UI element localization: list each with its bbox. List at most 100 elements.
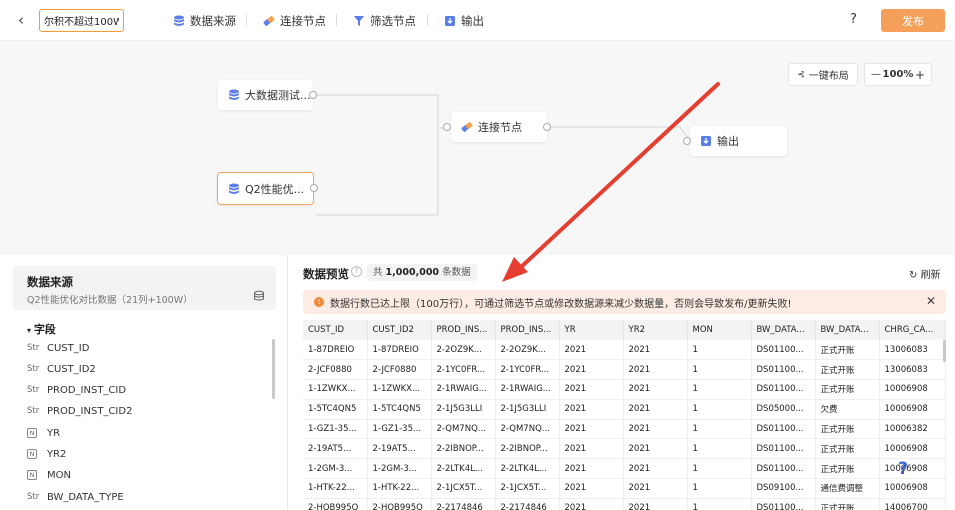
info-icon[interactable]: ?	[351, 266, 362, 277]
number-type-icon: N	[27, 449, 37, 459]
output-port[interactable]	[310, 184, 318, 192]
table-cell: DS01100...	[751, 498, 816, 510]
database-icon	[174, 15, 184, 26]
column-header[interactable]: YR2	[623, 320, 688, 340]
field-name: PROD_INST_CID2	[47, 405, 133, 417]
table-cell: 1-2GM-3...	[303, 458, 368, 480]
layout-icon: ⊰	[797, 69, 805, 80]
database-icon	[229, 183, 239, 194]
table-cell: 2-1RWAIG...	[495, 379, 560, 400]
output-port[interactable]	[543, 123, 551, 131]
source-node-1[interactable]: 大数据测试...	[218, 80, 313, 110]
table-cell: 2-1J5G3LLI	[495, 399, 560, 420]
back-arrow-icon[interactable]: ‹	[18, 11, 34, 29]
dataset-title-input[interactable]	[39, 9, 124, 32]
table-cell: 正式开账	[815, 379, 880, 400]
column-header[interactable]: CUST_ID2	[367, 320, 432, 340]
database-settings-icon[interactable]	[253, 290, 265, 302]
column-header[interactable]: BW_DATA...	[751, 320, 816, 340]
count-suffix: 条数据	[442, 267, 471, 278]
table-cell: 2021	[623, 498, 688, 510]
output-node[interactable]: 输出	[690, 126, 787, 156]
output-icon	[445, 15, 455, 26]
table-cell: 2-2IBNOP...	[431, 438, 496, 460]
column-header[interactable]: YR	[559, 320, 624, 340]
table-cell: 2-2174846	[431, 498, 496, 510]
table-cell: DS01100...	[751, 438, 816, 460]
table-cell: 1	[687, 438, 752, 460]
join-node[interactable]: 连接节点	[451, 112, 547, 142]
table-cell: 2-JCF0880	[367, 359, 432, 381]
field-item[interactable]: Str PROD_INST_CID	[27, 383, 126, 397]
table-cell: 14006700	[879, 498, 946, 510]
table-scrollbar[interactable]	[943, 340, 946, 362]
table-cell: 2-1J5G3LLI	[431, 399, 496, 420]
refresh-button[interactable]: ↻ 刷新	[909, 266, 941, 281]
table-cell: 2-HQB995Q	[303, 498, 368, 510]
field-item[interactable]: N MON	[27, 468, 71, 482]
table-cell: 1	[687, 340, 752, 361]
table-cell: 2021	[559, 478, 624, 499]
zoom-out-button[interactable]: —	[871, 69, 881, 80]
table-cell: 1-5TC4QN5	[303, 399, 368, 420]
auto-layout-button[interactable]: ⊰ 一键布局	[788, 63, 858, 86]
table-cell: 13006083	[879, 340, 946, 361]
database-icon	[229, 89, 239, 100]
node-label: 连接节点	[478, 121, 522, 134]
add-data-source-button[interactable]: 数据来源	[173, 12, 236, 29]
table-cell: 2-19AT5...	[367, 438, 432, 460]
column-header[interactable]: PROD_INS...	[431, 320, 496, 340]
source-node-2[interactable]: Q2性能优...	[217, 172, 314, 205]
zoom-level: 100%	[882, 69, 914, 80]
table-cell: 2021	[623, 340, 688, 361]
table-cell: 2021	[559, 340, 624, 361]
table-row: 2-19AT5... 2-19AT5... 2-2IBNOP... 2-2IBNOP.…	[303, 438, 946, 460]
field-item[interactable]: Str CUST_ID2	[27, 362, 96, 376]
input-port[interactable]	[683, 137, 691, 145]
auto-layout-label: 一键布局	[808, 71, 849, 82]
field-item[interactable]: N YR2	[27, 447, 66, 461]
column-header[interactable]: CHRG_CA...	[879, 320, 946, 340]
field-item[interactable]: Str BW_DATA_TYPE	[27, 490, 124, 504]
publish-button[interactable]: 发布	[881, 9, 945, 32]
floating-help-button[interactable]: ?	[885, 454, 921, 484]
help-icon[interactable]: ?	[850, 12, 857, 27]
flow-canvas[interactable]: 大数据测试... Q2性能优... 连接节点 输出 ⊰ 一键布局 — 100% …	[0, 41, 955, 255]
refresh-icon: ↻	[909, 270, 921, 281]
field-item[interactable]: N YR	[27, 426, 60, 440]
table-row: 1-HTK-22... 1-HTK-22... 2-1JCX5T... 2-1JCX5…	[303, 478, 946, 499]
source-title: 数据来源	[27, 275, 73, 289]
tool-label: 数据来源	[190, 13, 236, 28]
zoom-in-button[interactable]: +	[915, 68, 925, 82]
table-cell: 2-2LTK4L...	[495, 458, 560, 480]
table-cell: 2-JCF0880	[303, 359, 368, 381]
table-cell: 10006908	[879, 379, 946, 400]
table-cell: 2-QM7NQ...	[431, 419, 496, 440]
table-row: 2-HQB995Q 2-HQB995Q 2-2174846 2-2174846 2021…	[303, 498, 946, 510]
close-icon[interactable]: ✕	[926, 294, 936, 308]
add-output-node-button[interactable]: 输出	[444, 12, 484, 29]
output-port[interactable]	[309, 91, 317, 99]
column-header[interactable]: BW_DATA...	[815, 320, 880, 340]
field-group-header[interactable]: ▾ 字段	[27, 321, 56, 337]
divider	[336, 14, 337, 26]
table-cell: 1-1ZWKX...	[367, 379, 432, 400]
column-header[interactable]: MON	[687, 320, 752, 340]
table-cell: 2021	[559, 419, 624, 440]
table-cell: 2-2OZ9K...	[495, 340, 560, 361]
table-cell: DS01100...	[751, 340, 816, 361]
source-card[interactable]: 数据来源 Q2性能优化对比数据（21列+100W）	[13, 266, 276, 310]
column-header[interactable]: PROD_INS...	[495, 320, 560, 340]
fields-panel: 数据来源 Q2性能优化对比数据（21列+100W） ▾ 字段 Str CUST_I…	[0, 255, 288, 510]
field-item[interactable]: Str CUST_ID	[27, 341, 89, 355]
add-join-node-button[interactable]: 连接节点	[263, 12, 326, 29]
column-header[interactable]: CUST_ID	[303, 320, 368, 340]
output-icon	[701, 136, 711, 146]
table-cell: 2021	[559, 438, 624, 460]
field-item[interactable]: Str PROD_INST_CID2	[27, 404, 132, 418]
add-filter-node-button[interactable]: 筛选节点	[353, 12, 416, 29]
fields-scrollbar[interactable]	[272, 339, 275, 399]
table-cell: 2021	[623, 379, 688, 400]
table-cell: 2-1JCX5T...	[431, 478, 496, 499]
input-port[interactable]	[443, 123, 451, 131]
